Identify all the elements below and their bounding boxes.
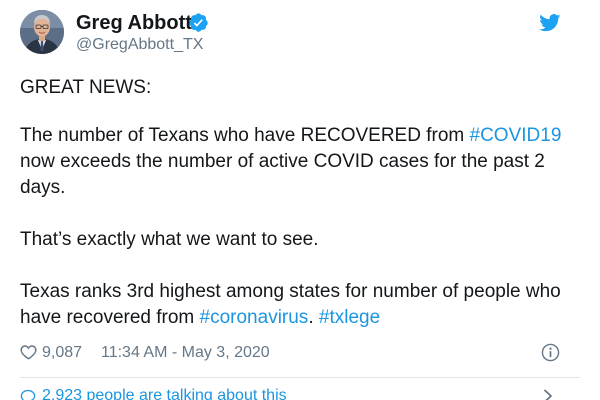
tweet-text: days. (20, 177, 66, 198)
author-name[interactable]: Greg Abbott (76, 12, 192, 34)
speech-bubble-icon (20, 389, 36, 400)
tweet-text-line: Texas ranks 3rd highest among states for… (20, 280, 561, 304)
tweet-text-line: now exceeds the number of active COVID c… (20, 150, 545, 174)
tweet-text: GREAT NEWS: (20, 77, 152, 98)
tweet-text-line: That’s exactly what we want to see. (20, 228, 319, 252)
tweet-text: Texas ranks 3rd highest among states for… (20, 281, 561, 302)
hashtag-coronavirus-link[interactable]: #coronavirus (200, 307, 309, 328)
tweet-timestamp[interactable]: 11:34 AM - May 3, 2020 (101, 344, 270, 362)
talking-count-text[interactable]: 2,923 people are talking about this (42, 387, 287, 400)
avatar[interactable] (20, 10, 64, 54)
tweet-text: . (308, 307, 319, 328)
tweet-text: That’s exactly what we want to see. (20, 229, 319, 250)
tweet-text-line: have recovered from #coronavirus. #txleg… (20, 306, 380, 330)
like-count[interactable]: 9,087 (42, 344, 82, 362)
author-handle[interactable]: @GregAbbott_TX (76, 36, 203, 54)
hashtag-txlege-link[interactable]: #txlege (319, 307, 380, 328)
chevron-right-icon[interactable] (543, 389, 553, 400)
hashtag-covid19-link[interactable]: #COVID19 (470, 125, 562, 146)
tweet-text: have recovered from (20, 307, 200, 328)
heart-icon[interactable] (20, 344, 37, 360)
tweet-text-line: GREAT NEWS: (20, 76, 151, 100)
divider (20, 377, 580, 378)
verified-badge-icon (189, 13, 208, 32)
tweet-text: now exceeds the number of active COVID c… (20, 151, 545, 172)
tweet-card: Greg Abbott @GregAbbott_TX GREAT NEWS: T… (0, 0, 600, 400)
info-icon[interactable] (541, 343, 560, 362)
twitter-bird-icon[interactable] (539, 14, 561, 32)
profile-photo-icon (20, 10, 64, 54)
tweet-text: The number of Texans who have RECOVERED … (20, 125, 470, 146)
tweet-text-line: days. (20, 176, 65, 200)
tweet-text-line: The number of Texans who have RECOVERED … (20, 124, 561, 148)
